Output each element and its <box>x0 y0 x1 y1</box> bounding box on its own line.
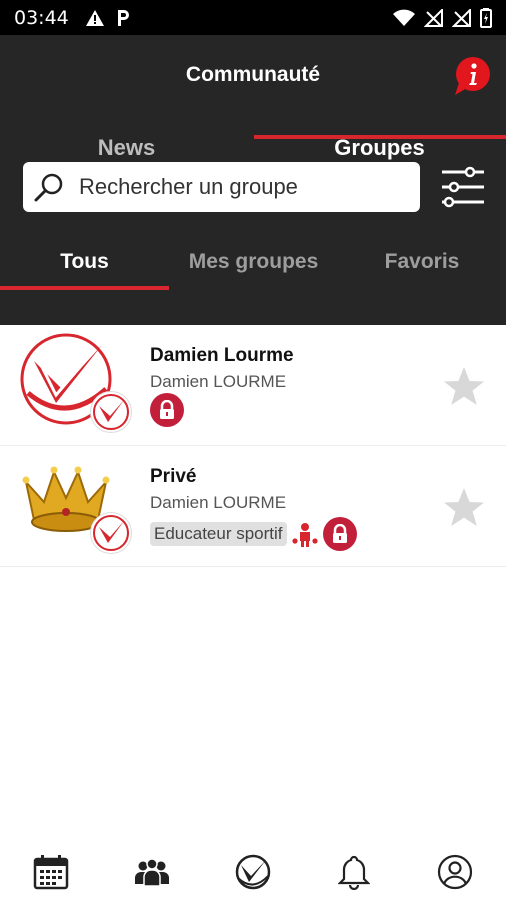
status-left-icons <box>85 9 131 27</box>
role-tag: Educateur sportif <box>150 522 287 546</box>
status-bar: 03:44 <box>0 0 506 35</box>
group-owner: Damien LOURME <box>150 372 287 391</box>
profile-icon <box>438 854 473 890</box>
battery-icon <box>480 7 492 28</box>
group-list: Damien Lourme Damien LOURME Privé Damien… <box>0 325 506 567</box>
lock-icon <box>322 517 357 551</box>
no-signal-icon <box>452 8 471 27</box>
lock-icon <box>150 393 184 427</box>
search-input[interactable]: Rechercher un groupe <box>23 162 420 212</box>
status-right-icons <box>392 7 492 28</box>
group-owner: Damien LOURME <box>150 493 287 512</box>
club-badge-icon <box>90 512 132 554</box>
calendar-icon <box>33 855 68 890</box>
tab-tous[interactable]: Tous <box>0 242 169 286</box>
filter-icon[interactable] <box>440 164 486 210</box>
coach-icon <box>291 523 318 547</box>
group-row[interactable]: Privé Damien LOURME Educateur sportif <box>0 446 506 567</box>
warning-icon <box>85 9 104 26</box>
status-time: 03:44 <box>14 6 69 29</box>
parking-icon <box>117 9 129 26</box>
favorite-star-icon[interactable] <box>442 365 486 409</box>
search-placeholder: Rechercher un groupe <box>79 174 298 199</box>
nav-profile[interactable] <box>405 836 506 900</box>
nav-calendar[interactable] <box>0 836 101 900</box>
group-name: Privé <box>150 466 197 487</box>
wifi-icon <box>393 9 415 26</box>
club-badge-icon <box>90 391 132 433</box>
nav-club[interactable] <box>202 836 303 900</box>
search-icon <box>34 173 63 202</box>
group-tags: Educateur sportif <box>150 517 357 551</box>
main-tab-indicator <box>254 135 506 139</box>
group-name: Damien Lourme <box>150 345 294 366</box>
club-logo-icon <box>235 854 271 890</box>
page-title: Communauté <box>185 63 321 86</box>
favorite-star-icon[interactable] <box>442 486 486 530</box>
group-row[interactable]: Damien Lourme Damien LOURME <box>0 325 506 446</box>
bell-icon <box>338 855 371 890</box>
info-icon[interactable] <box>451 55 493 97</box>
no-signal-icon <box>424 8 443 27</box>
nav-notifications[interactable] <box>304 836 405 900</box>
bottom-nav <box>0 836 506 900</box>
group-tags <box>150 393 184 427</box>
tab-favoris[interactable]: Favoris <box>338 242 506 286</box>
nav-groups[interactable] <box>101 836 202 900</box>
sub-tab-indicator <box>0 286 169 290</box>
tab-mes-groupes[interactable]: Mes groupes <box>169 242 338 286</box>
sub-tabs: Tous Mes groupes Favoris <box>0 242 506 286</box>
groups-icon <box>134 858 169 887</box>
